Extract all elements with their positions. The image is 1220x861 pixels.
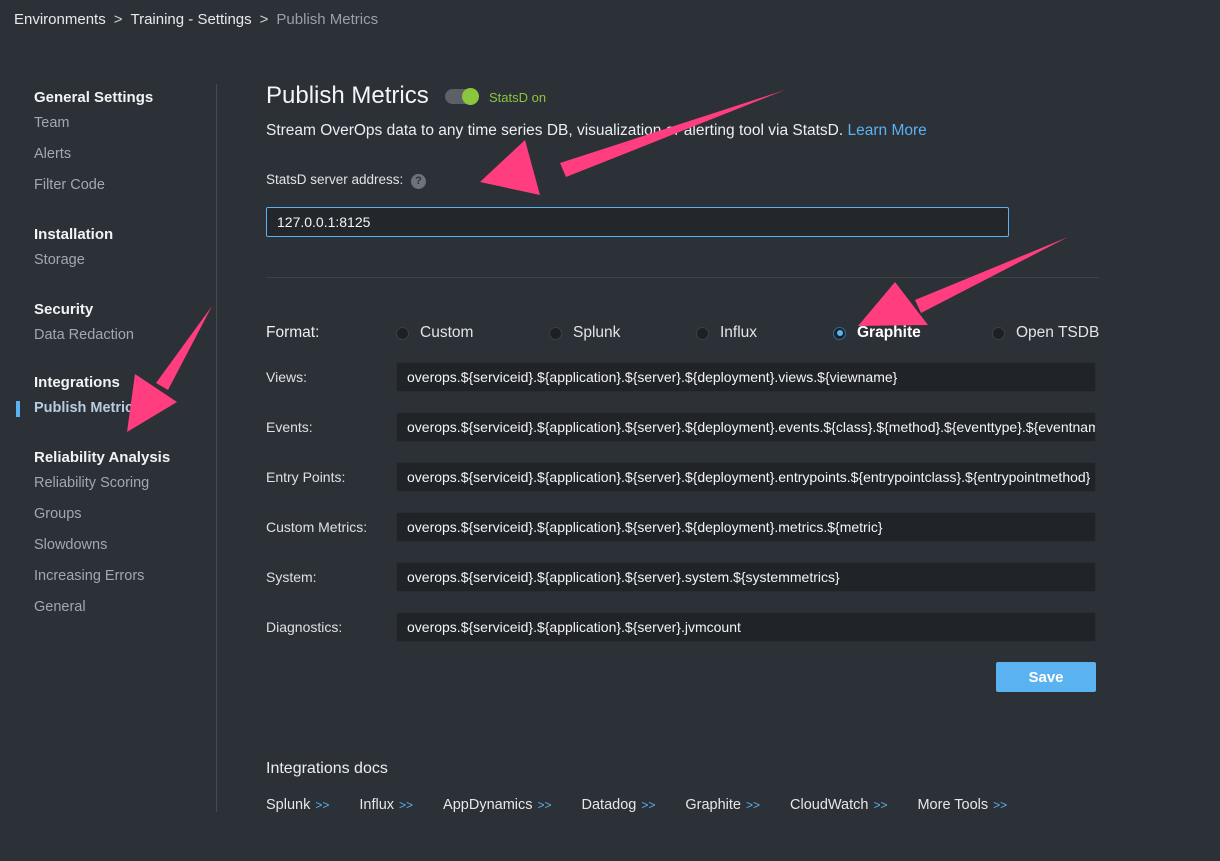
radio-label: Graphite bbox=[857, 324, 921, 341]
format-label: Format: bbox=[266, 324, 320, 341]
docs-link-splunk[interactable]: Splunk >> bbox=[266, 797, 329, 813]
sidebar-item-data-redaction[interactable]: Data Redaction bbox=[34, 320, 216, 351]
sidebar: General Settings Team Alerts Filter Code… bbox=[0, 84, 217, 812]
docs-link-cloudwatch[interactable]: CloudWatch >> bbox=[790, 797, 887, 813]
help-icon[interactable]: ? bbox=[411, 174, 426, 189]
sidebar-group-installation: Installation Storage bbox=[34, 225, 216, 276]
sidebar-heading: Integrations bbox=[34, 374, 120, 391]
sidebar-item-slowdowns[interactable]: Slowdowns bbox=[34, 530, 216, 561]
description-text: Stream OverOps data to any time series D… bbox=[266, 122, 844, 139]
sidebar-group-general-settings: General Settings Team Alerts Filter Code bbox=[34, 88, 216, 201]
toggle-knob bbox=[462, 88, 479, 105]
breadcrumb: Environments > Training - Settings > Pub… bbox=[14, 11, 378, 28]
events-field[interactable]: overops.${serviceid}.${application}.${se… bbox=[396, 412, 1096, 442]
integrations-docs-links: Splunk >> Influx >> AppDynamics >> Datadog >… bbox=[266, 797, 1037, 813]
statsd-address-label: StatsD server address: bbox=[266, 172, 404, 187]
radio-label: Custom bbox=[420, 324, 474, 341]
section-divider bbox=[266, 277, 1099, 278]
views-field[interactable]: overops.${serviceid}.${application}.${se… bbox=[396, 362, 1096, 392]
format-option-splunk[interactable]: Splunk bbox=[549, 324, 620, 342]
sidebar-group-integrations: Integrations Publish Metrics bbox=[16, 373, 216, 424]
docs-link-label: CloudWatch bbox=[790, 797, 869, 813]
entry-points-label: Entry Points: bbox=[266, 469, 346, 485]
statsd-address-input[interactable] bbox=[266, 207, 1009, 237]
sidebar-item-team[interactable]: Team bbox=[34, 108, 216, 139]
docs-link-graphite[interactable]: Graphite >> bbox=[685, 797, 760, 813]
docs-link-label: Splunk bbox=[266, 797, 311, 813]
radio-dot bbox=[696, 326, 709, 340]
format-option-open-tsdb[interactable]: Open TSDB bbox=[992, 324, 1099, 342]
sidebar-item-publish-metrics[interactable]: Publish Metrics bbox=[16, 393, 216, 424]
breadcrumb-separator: > bbox=[113, 11, 123, 28]
toggle-status-label: StatsD on bbox=[489, 90, 547, 105]
radio-label: Splunk bbox=[573, 324, 621, 341]
docs-link-datadog[interactable]: Datadog >> bbox=[582, 797, 656, 813]
learn-more-link[interactable]: Learn More bbox=[848, 122, 927, 139]
double-chevron-icon: >> bbox=[399, 798, 414, 812]
sidebar-item-general[interactable]: General bbox=[34, 592, 216, 623]
sidebar-item-alerts[interactable]: Alerts bbox=[34, 139, 216, 170]
radio-label: Open TSDB bbox=[1016, 324, 1100, 341]
entry-points-field[interactable]: overops.${serviceid}.${application}.${se… bbox=[396, 462, 1096, 492]
breadcrumb-current: Publish Metrics bbox=[276, 11, 379, 28]
docs-link-label: Graphite bbox=[685, 797, 741, 813]
annotation-arrow-graphite bbox=[858, 237, 1068, 326]
sidebar-group-reliability-analysis: Reliability Analysis Reliability Scoring… bbox=[34, 448, 216, 623]
sidebar-item-groups[interactable]: Groups bbox=[34, 499, 216, 530]
diagnostics-label: Diagnostics: bbox=[266, 619, 343, 635]
annotation-arrow-address bbox=[480, 90, 785, 195]
double-chevron-icon: >> bbox=[873, 798, 888, 812]
sidebar-heading: Security bbox=[34, 301, 94, 318]
breadcrumb-environments[interactable]: Environments bbox=[14, 11, 106, 28]
statsd-toggle[interactable] bbox=[445, 88, 479, 105]
docs-link-influx[interactable]: Influx >> bbox=[359, 797, 413, 813]
sidebar-heading: Installation bbox=[34, 226, 114, 243]
breadcrumb-training-settings[interactable]: Training - Settings bbox=[130, 11, 251, 28]
sidebar-item-storage[interactable]: Storage bbox=[34, 245, 216, 276]
docs-link-appdynamics[interactable]: AppDynamics >> bbox=[443, 797, 551, 813]
docs-link-more-tools[interactable]: More Tools >> bbox=[917, 797, 1007, 813]
docs-link-label: More Tools bbox=[917, 797, 989, 813]
custom-metrics-field[interactable]: overops.${serviceid}.${application}.${se… bbox=[396, 512, 1096, 542]
breadcrumb-separator: > bbox=[259, 11, 269, 28]
page-description: Stream OverOps data to any time series D… bbox=[266, 122, 927, 140]
sidebar-item-filter-code[interactable]: Filter Code bbox=[34, 170, 216, 201]
format-option-custom[interactable]: Custom bbox=[396, 324, 473, 342]
system-label: System: bbox=[266, 569, 317, 585]
sidebar-item-reliability-scoring[interactable]: Reliability Scoring bbox=[34, 468, 216, 499]
radio-dot bbox=[992, 326, 1005, 340]
radio-dot bbox=[396, 326, 409, 340]
double-chevron-icon: >> bbox=[641, 798, 656, 812]
radio-dot-selected bbox=[833, 326, 846, 340]
save-button[interactable]: Save bbox=[996, 662, 1096, 692]
docs-link-label: Datadog bbox=[581, 797, 637, 813]
format-option-graphite[interactable]: Graphite bbox=[833, 324, 921, 342]
double-chevron-icon: >> bbox=[993, 798, 1008, 812]
diagnostics-field[interactable]: overops.${serviceid}.${application}.${se… bbox=[396, 612, 1096, 642]
views-label: Views: bbox=[266, 369, 307, 385]
docs-link-label: Influx bbox=[359, 797, 395, 813]
docs-link-label: AppDynamics bbox=[443, 797, 533, 813]
system-field[interactable]: overops.${serviceid}.${application}.${se… bbox=[396, 562, 1096, 592]
radio-dot bbox=[549, 326, 562, 340]
double-chevron-icon: >> bbox=[315, 798, 330, 812]
format-option-influx[interactable]: Influx bbox=[696, 324, 757, 342]
sidebar-heading: General Settings bbox=[34, 89, 154, 106]
page-title: Publish Metrics bbox=[266, 82, 429, 109]
sidebar-heading: Reliability Analysis bbox=[34, 449, 171, 466]
double-chevron-icon: >> bbox=[537, 798, 552, 812]
radio-label: Influx bbox=[720, 324, 758, 341]
sidebar-group-security: Security Data Redaction bbox=[34, 300, 216, 351]
events-label: Events: bbox=[266, 419, 313, 435]
custom-metrics-label: Custom Metrics: bbox=[266, 519, 368, 535]
double-chevron-icon: >> bbox=[745, 798, 760, 812]
sidebar-item-increasing-errors[interactable]: Increasing Errors bbox=[34, 561, 216, 592]
integrations-docs-title: Integrations docs bbox=[266, 760, 388, 777]
